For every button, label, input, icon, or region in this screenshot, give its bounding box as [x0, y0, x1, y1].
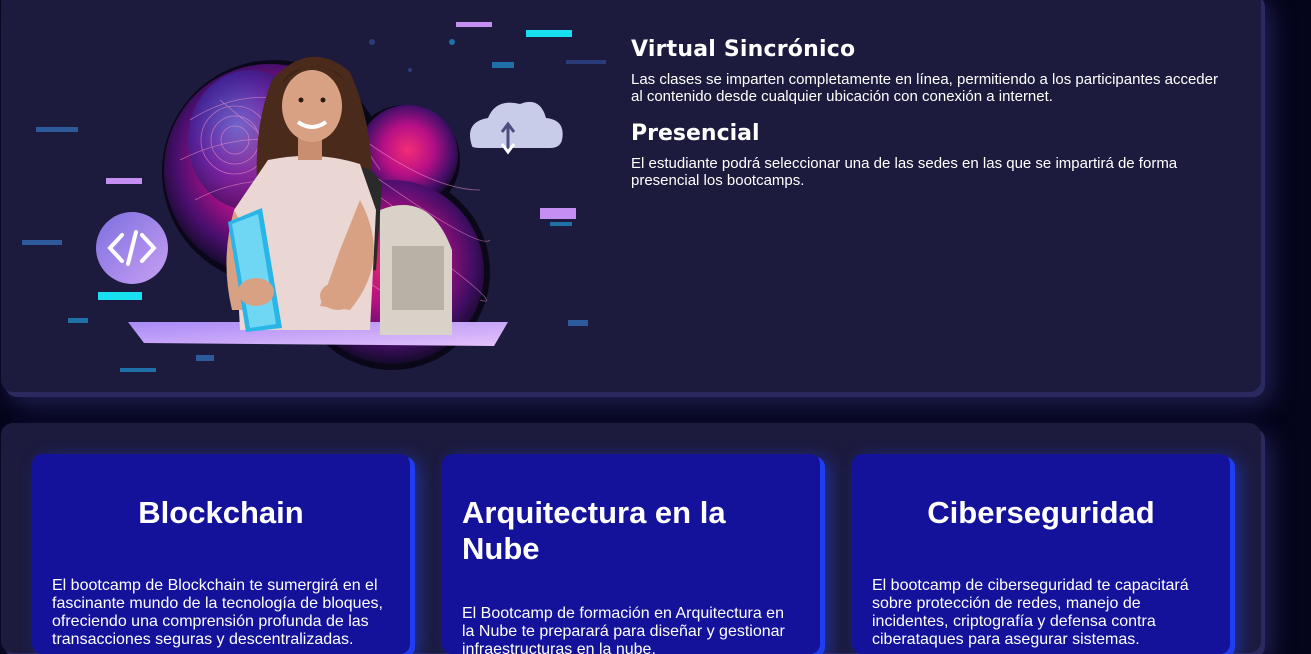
bootcamp-card-cloud-architecture[interactable]: Arquitectura en la Nube El Bootcamp de f…	[442, 454, 820, 654]
bootcamp-title: Blockchain	[138, 495, 304, 530]
modality-description: El estudiante podrá seleccionar una de l…	[631, 155, 1178, 189]
bootcamp-description: El bootcamp de Blockchain te sumergirá e…	[52, 577, 383, 648]
bootcamp-title: Arquitectura en la Nube	[462, 495, 726, 566]
bootcamp-card-blockchain[interactable]: Blockchain El bootcamp de Blockchain te …	[32, 454, 410, 654]
modality-title: Virtual Sincrónico	[631, 37, 856, 62]
hero-illustration	[20, 10, 620, 390]
modalities-section: Virtual Sincrónico Las clases se imparte…	[631, 37, 1231, 189]
cloud-sync-icon	[470, 101, 563, 155]
modality-title: Presencial	[631, 121, 760, 146]
bootcamp-title: Ciberseguridad	[927, 495, 1155, 530]
bootcamp-description: El bootcamp de ciberseguridad te capacit…	[872, 577, 1189, 648]
bootcamp-card-cybersecurity[interactable]: Ciberseguridad El bootcamp de cibersegur…	[852, 454, 1230, 654]
code-icon	[96, 212, 168, 284]
modality-description: Las clases se imparten completamente en …	[631, 71, 1218, 105]
bootcamp-description: El Bootcamp de formación en Arquitectura…	[462, 605, 785, 654]
